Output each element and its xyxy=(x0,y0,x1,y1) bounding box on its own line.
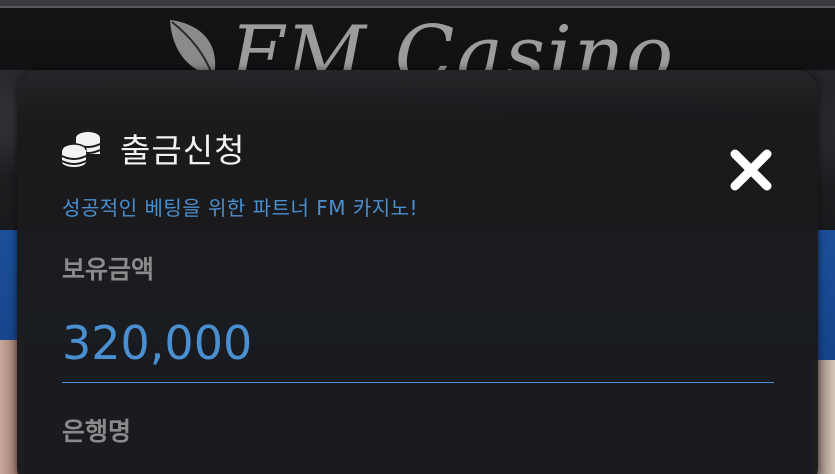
close-icon[interactable] xyxy=(723,142,779,198)
balance-label: 보유금액 xyxy=(62,255,155,284)
bank-name-label: 은행명 xyxy=(62,417,132,446)
modal-title: 출금신청 xyxy=(120,131,246,170)
modal-header: 출금신청 xyxy=(60,126,245,170)
withdrawal-modal: 출금신청 성공적인 베팅을 위한 파트너 FM 카지노! 보유금액 은행명 xyxy=(17,70,818,474)
coins-icon xyxy=(61,132,101,167)
balance-field[interactable] xyxy=(62,298,774,383)
modal-top-shade xyxy=(17,70,818,116)
header-top-line xyxy=(0,6,835,8)
close-button[interactable] xyxy=(723,142,779,198)
modal-subtitle: 성공적인 베팅을 위한 파트너 FM 카지노! xyxy=(62,196,419,220)
